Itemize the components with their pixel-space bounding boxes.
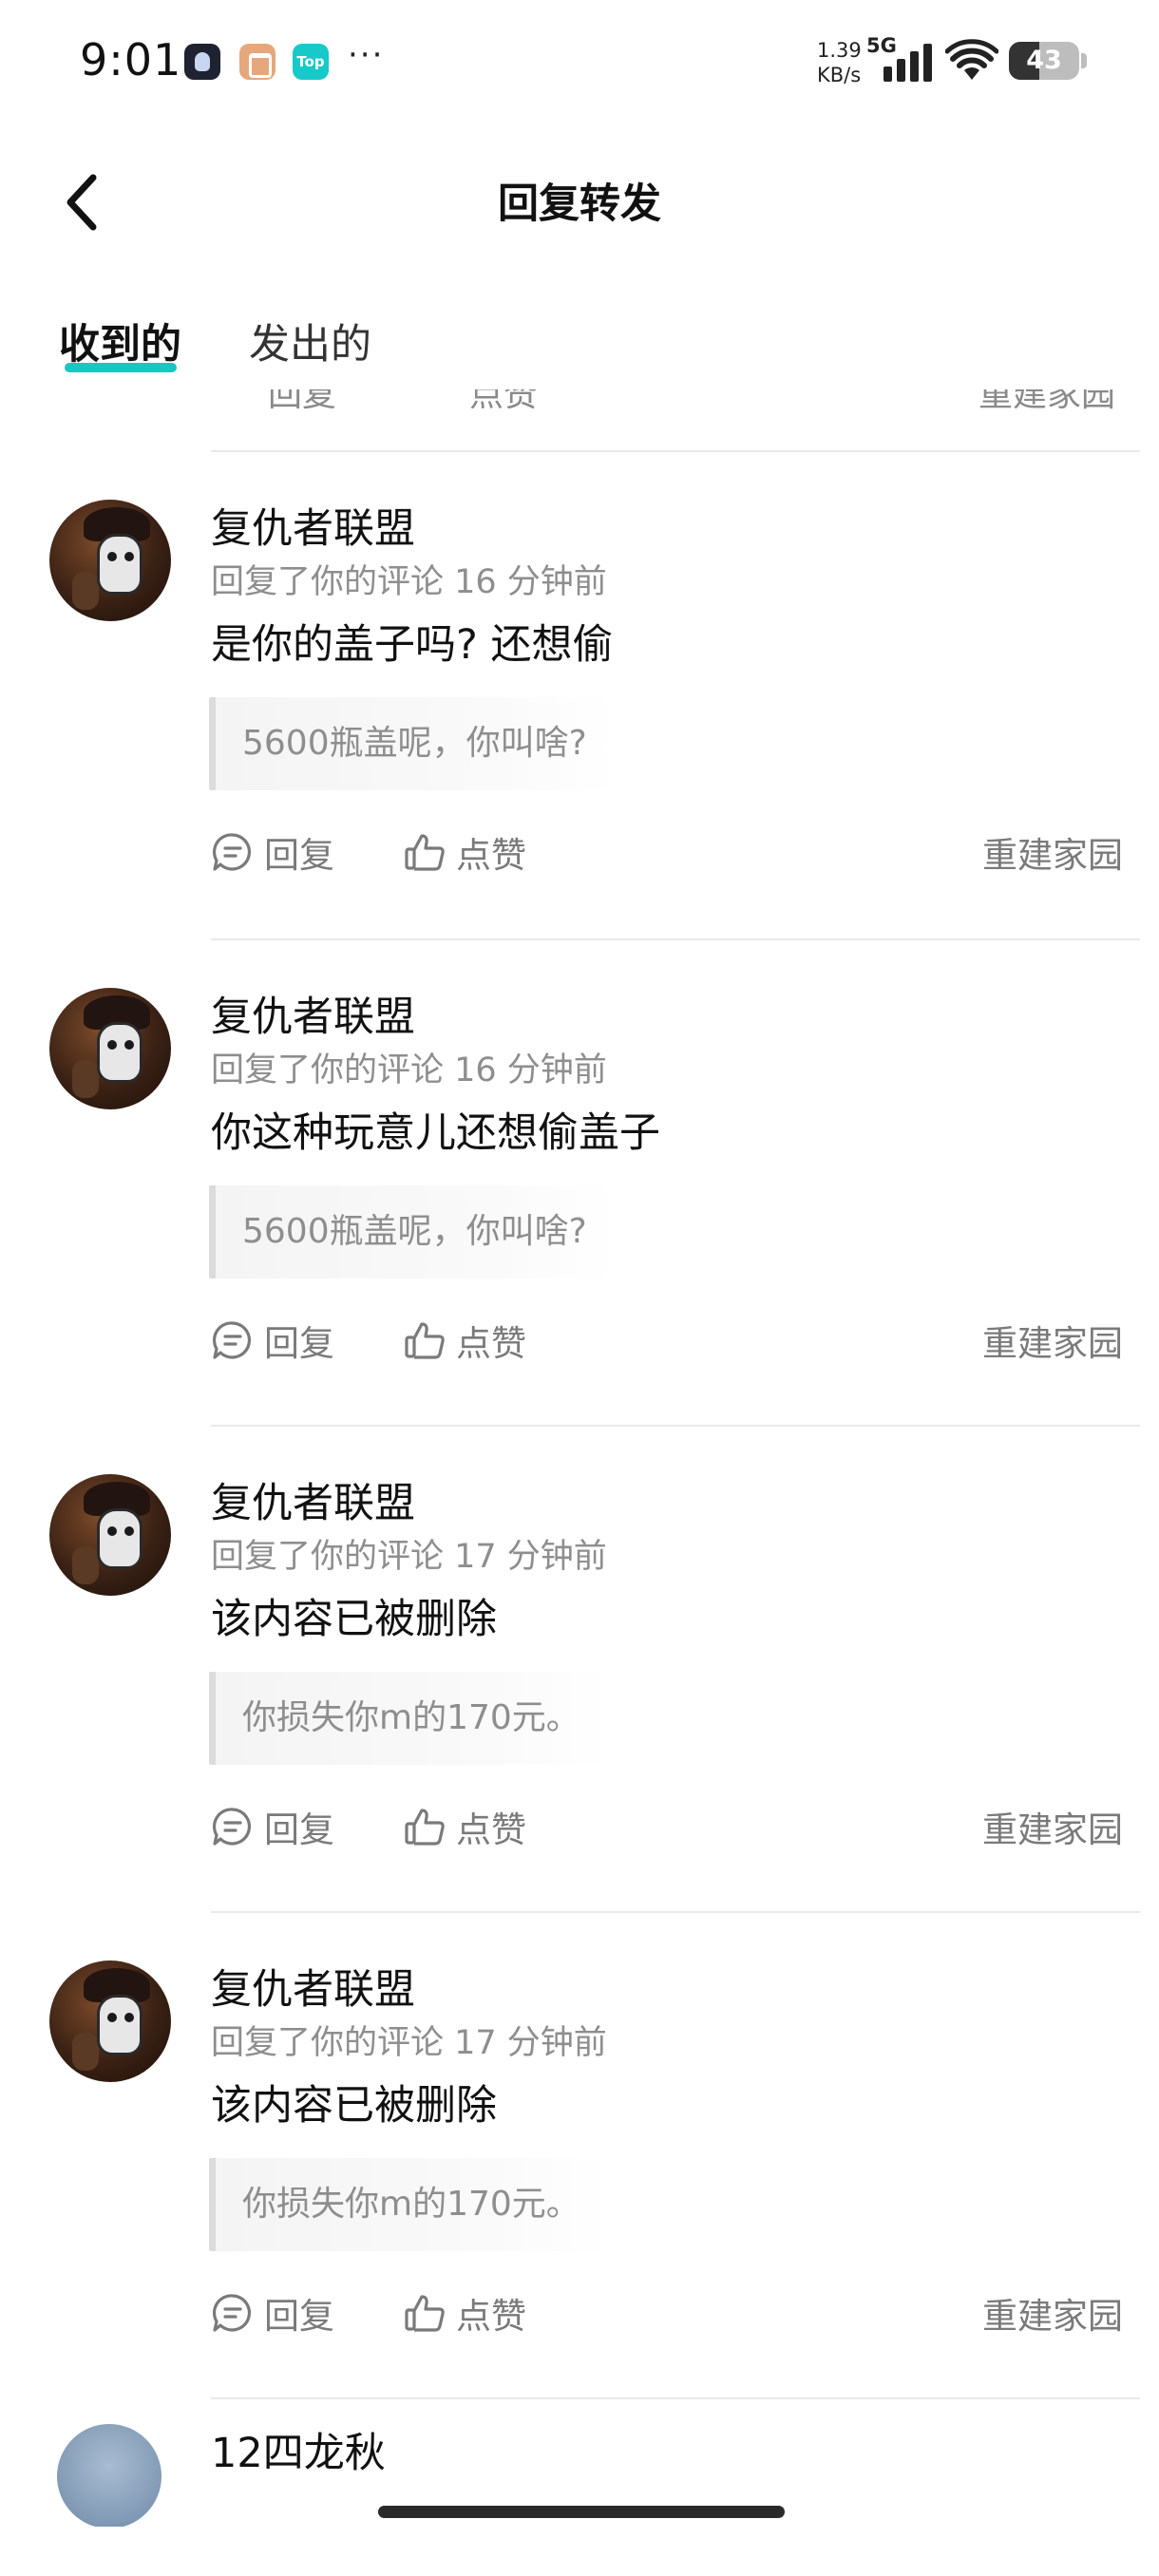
like-label: 点赞 [456,1323,526,1364]
reply-meta: 回复了你的评论 17 分钟前 [211,1538,607,1576]
signal-icon [884,42,933,82]
page-title: 回复转发 [498,180,661,228]
topic-label[interactable]: 重建家园 [978,389,1115,416]
avatar[interactable] [49,1474,171,1596]
avatar[interactable] [57,2424,162,2527]
action-row: 回复 点赞 重建家园 [211,1793,1123,1860]
notification-taptap-icon: Top [293,44,329,80]
topic-label: 重建家园 [982,835,1123,876]
thumbs-up-icon [405,1322,445,1359]
reply-button[interactable]: 回复 [211,1793,334,1860]
username[interactable]: 复仇者联盟 [211,1470,415,1529]
reply-item[interactable]: 复仇者联盟 回复了你的评论 17 分钟前 该内容已被删除 你损失你m的170元。… [0,1427,1159,1923]
top-navigation-bar: 回复转发 [0,142,1159,266]
avatar[interactable] [49,988,171,1109]
comment-bubble-icon [212,1321,252,1359]
reply-label: 回复 [264,1323,334,1364]
reply-content: 你这种玩意儿还想偷盖子 [211,1109,660,1157]
comment-bubble-icon [212,833,252,871]
notification-shop-icon [239,44,276,80]
like-label: 点赞 [456,835,526,876]
like-label: 点赞 [456,2296,526,2337]
topic-label: 重建家园 [982,1323,1123,1364]
reply-label: 回复 [264,1809,334,1850]
like-button[interactable]: 点赞 [403,819,526,885]
quoted-comment[interactable]: 5600瓶盖呢，你叫啥? [209,697,616,790]
reply-item[interactable]: 复仇者联盟 回复了你的评论 17 分钟前 该内容已被删除 你损失你m的170元。… [0,1913,1159,2409]
reply-content: 该内容已被删除 [211,2082,497,2130]
quoted-comment[interactable]: 你损失你m的170元。 [209,1672,609,1765]
reply-meta: 回复了你的评论 16 分钟前 [211,563,607,601]
battery-tip [1081,53,1087,68]
thumbs-up-icon [405,2295,445,2332]
reply-item[interactable]: 复仇者联盟 回复了你的评论 16 分钟前 是你的盖子吗? 还想偷 5600瓶盖呢… [0,452,1159,948]
active-tab-indicator [65,363,177,372]
network-speed-unit: KB/s [817,64,862,86]
comment-bubble-icon [212,2294,252,2332]
like-button[interactable]: 点赞 [403,1793,526,1860]
username[interactable]: 复仇者联盟 [211,984,415,1043]
status-time: 9:01 [80,34,182,85]
thumbs-up-icon [405,834,445,871]
tab-bar: 收到的 发出的 [0,302,1159,378]
topic-link[interactable]: 重建家园 [982,1307,1123,1373]
battery-level: 43 [1026,46,1062,75]
tab-received[interactable]: 收到的 [59,312,181,370]
reply-label[interactable]: 回复 [268,389,336,416]
topic-link[interactable]: 重建家园 [982,2280,1123,2346]
reply-label: 回复 [264,2296,334,2337]
network-speed-value: 1.39 [817,39,862,62]
action-row: 回复 点赞 重建家园 [211,1307,1123,1373]
wifi-icon [945,39,998,80]
reply-button[interactable]: 回复 [211,819,334,885]
more-notifications-icon: ··· [348,36,385,74]
username[interactable]: 12四龙秋 [211,2420,386,2479]
reply-meta: 回复了你的评论 17 分钟前 [211,2024,607,2062]
reply-label: 回复 [264,835,334,876]
action-row: 回复 点赞 重建家园 [211,2280,1123,2346]
tab-sent[interactable]: 发出的 [249,312,371,370]
battery-icon: 43 [1009,42,1079,80]
like-button[interactable]: 点赞 [403,2280,526,2346]
thumbs-up-icon [405,1809,445,1846]
reply-content: 是你的盖子吗? 还想偷 [211,621,614,669]
reply-button[interactable]: 回复 [211,1307,334,1373]
notification-app-icon [184,44,220,80]
topic-link[interactable]: 重建家园 [982,1793,1123,1860]
reply-item[interactable]: 复仇者联盟 回复了你的评论 16 分钟前 你这种玩意儿还想偷盖子 5600瓶盖呢… [0,940,1159,1436]
avatar[interactable] [49,1960,171,2082]
topic-label: 重建家园 [982,1809,1123,1850]
status-bar: 9:01 Top ··· 1.39 KB/s 5G 43 [0,0,1159,128]
page: 9:01 Top ··· 1.39 KB/s 5G 43 回复转发 收到的 发出… [0,0,1159,2576]
quoted-comment[interactable]: 你损失你m的170元。 [209,2158,609,2251]
reply-list[interactable]: 回复 点赞 重建家园 复仇者联盟 回复了你的评论 16 分钟前 是你的盖子吗? … [0,389,1159,2527]
home-indicator[interactable] [378,2506,785,2518]
like-label[interactable]: 点赞 [469,389,538,416]
reply-item-partial[interactable]: 12四龙秋 [0,2399,1159,2527]
topic-link[interactable]: 重建家园 [982,819,1123,885]
network-speed: 1.39 KB/s [817,38,862,87]
reply-button[interactable]: 回复 [211,2280,334,2346]
quoted-comment[interactable]: 5600瓶盖呢，你叫啥? [209,1185,616,1279]
reply-meta: 回复了你的评论 16 分钟前 [211,1051,607,1089]
like-button[interactable]: 点赞 [403,1307,526,1373]
avatar[interactable] [49,500,171,621]
action-row: 回复 点赞 重建家园 [211,819,1123,885]
username[interactable]: 复仇者联盟 [211,496,415,555]
username[interactable]: 复仇者联盟 [211,1957,415,2016]
comment-bubble-icon [212,1808,252,1846]
like-label: 点赞 [456,1809,526,1850]
topic-label: 重建家园 [982,2296,1123,2337]
partial-action-row: 回复 点赞 重建家园 [211,389,1159,446]
reply-content: 该内容已被删除 [211,1596,497,1643]
